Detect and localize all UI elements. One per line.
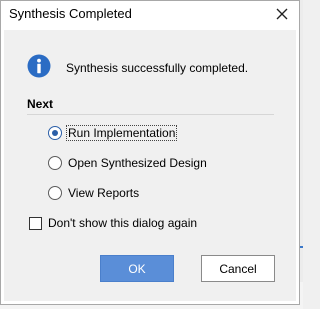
ok-button[interactable]: OK: [100, 255, 174, 282]
next-divider: [27, 114, 274, 115]
next-heading: Next: [27, 97, 54, 111]
radio-run-implementation[interactable]: Run Implementation: [48, 124, 178, 142]
dialog-content: Synthesis successfully completed. Next R…: [4, 30, 296, 301]
status-message: Synthesis successfully completed.: [66, 61, 249, 75]
ok-button-label: OK: [128, 261, 146, 276]
radio-label-open-synthesized-design[interactable]: Open Synthesized Design: [68, 156, 207, 170]
radio-view-reports[interactable]: View Reports: [48, 184, 139, 202]
radio-button-selected[interactable]: [48, 126, 62, 140]
radio-label-view-reports[interactable]: View Reports: [68, 186, 139, 200]
radio-open-synthesized-design[interactable]: Open Synthesized Design: [48, 154, 207, 172]
cancel-button-label: Cancel: [219, 261, 257, 276]
cancel-button[interactable]: Cancel: [201, 255, 275, 282]
dialog-title: Synthesis Completed: [9, 6, 132, 21]
title-bar: Synthesis Completed: [1, 1, 299, 29]
radio-button[interactable]: [48, 156, 62, 170]
radio-label-run-implementation[interactable]: Run Implementation: [66, 125, 178, 141]
dont-show-again-checkbox-row[interactable]: Don't show this dialog again: [29, 215, 197, 231]
dont-show-again-checkbox[interactable]: [29, 216, 42, 230]
synthesis-completed-dialog: Synthesis Completed Synthesis successful…: [0, 0, 300, 305]
close-icon: [276, 8, 288, 20]
info-icon: [27, 54, 51, 78]
radio-button[interactable]: [48, 186, 62, 200]
dont-show-again-label[interactable]: Don't show this dialog again: [48, 216, 197, 230]
close-button[interactable]: [271, 3, 293, 25]
